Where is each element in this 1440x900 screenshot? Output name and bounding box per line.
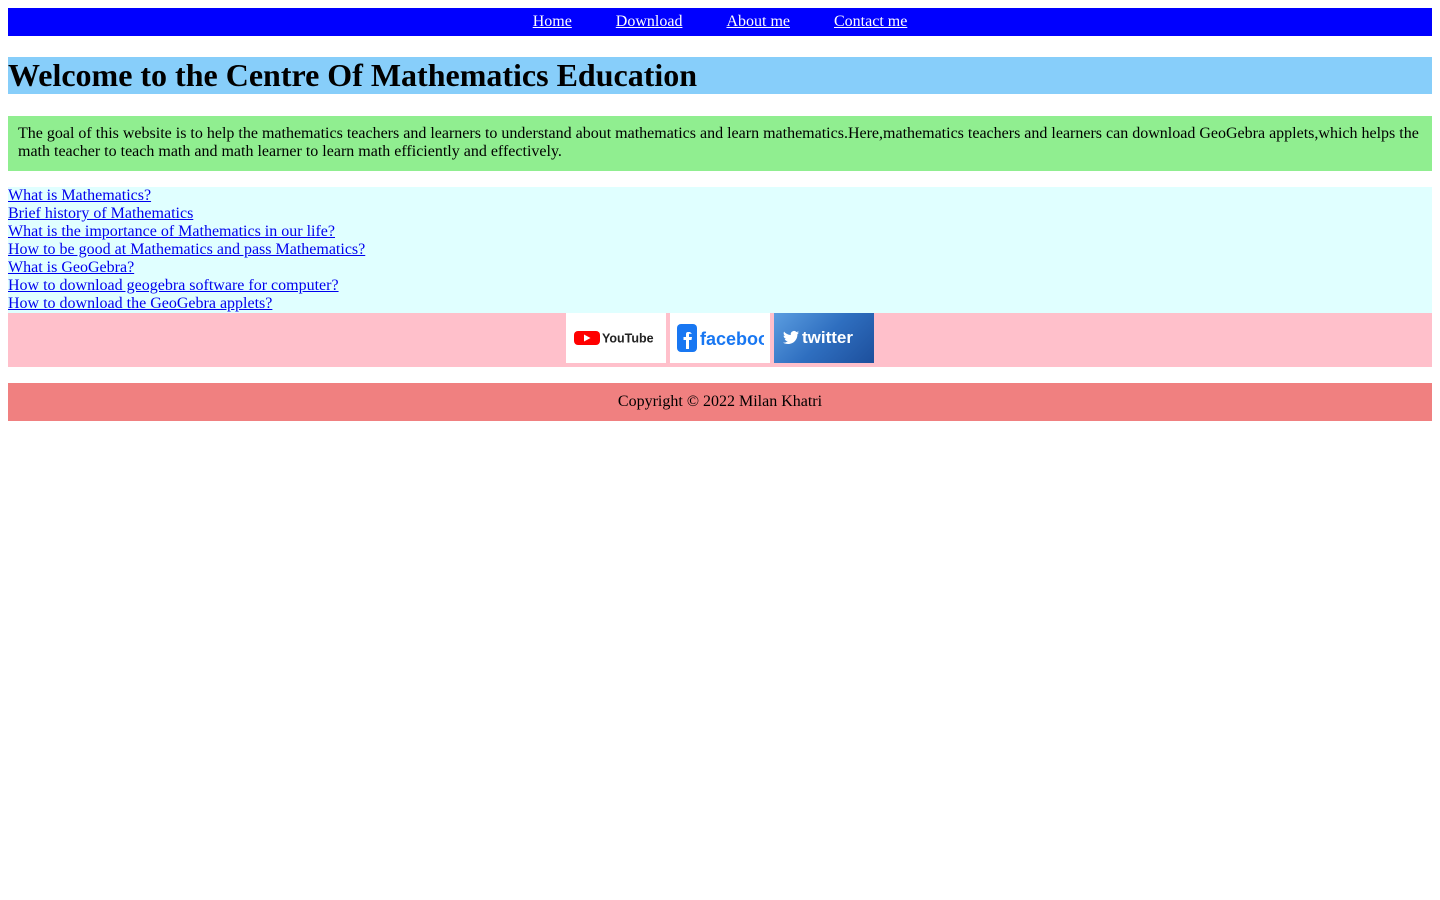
twitter-logo-icon: twitter (783, 328, 853, 347)
youtube-button[interactable]: YouTube (566, 313, 666, 363)
svg-text:YouTube: YouTube (602, 332, 654, 346)
youtube-logo-icon: YouTube (574, 331, 654, 346)
topic-link-be-good[interactable]: How to be good at Mathematics and pass M… (8, 241, 365, 259)
topic-links-list: What is Mathematics? Brief history of Ma… (8, 187, 1432, 313)
page: Home Download About me Contact me Welcom… (0, 0, 1440, 429)
copyright-text: Copyright © 2022 Milan Khatri (617, 393, 823, 410)
nav-download-link[interactable]: Download (616, 8, 683, 36)
topic-link-what-is-math[interactable]: What is Mathematics? (8, 187, 151, 205)
facebook-logo-icon: facebook (677, 324, 764, 352)
nav-about-link[interactable]: About me (726, 8, 790, 36)
svg-text:facebook: facebook (700, 329, 764, 349)
nav-contact-link[interactable]: Contact me (834, 8, 907, 36)
svg-text:twitter: twitter (802, 328, 853, 347)
social-links-bar: YouTube facebook twitter (8, 313, 1432, 367)
topic-link-geogebra[interactable]: What is GeoGebra? (8, 259, 134, 277)
top-nav: Home Download About me Contact me (8, 8, 1432, 36)
footer: Copyright © 2022 Milan Khatri (8, 383, 1432, 421)
topic-link-download-software[interactable]: How to download geogebra software for co… (8, 277, 339, 295)
intro-text: The goal of this website is to help the … (18, 125, 1419, 160)
topic-link-importance[interactable]: What is the importance of Mathematics in… (8, 223, 335, 241)
facebook-button[interactable]: facebook (670, 313, 770, 363)
topic-link-history[interactable]: Brief history of Mathematics (8, 205, 193, 223)
nav-home-link[interactable]: Home (533, 8, 572, 36)
intro-paragraph: The goal of this website is to help the … (8, 116, 1432, 171)
topic-link-download-applets[interactable]: How to download the GeoGebra applets? (8, 295, 272, 313)
twitter-button[interactable]: twitter (774, 313, 874, 363)
page-title: Welcome to the Centre Of Mathematics Edu… (8, 57, 1432, 94)
